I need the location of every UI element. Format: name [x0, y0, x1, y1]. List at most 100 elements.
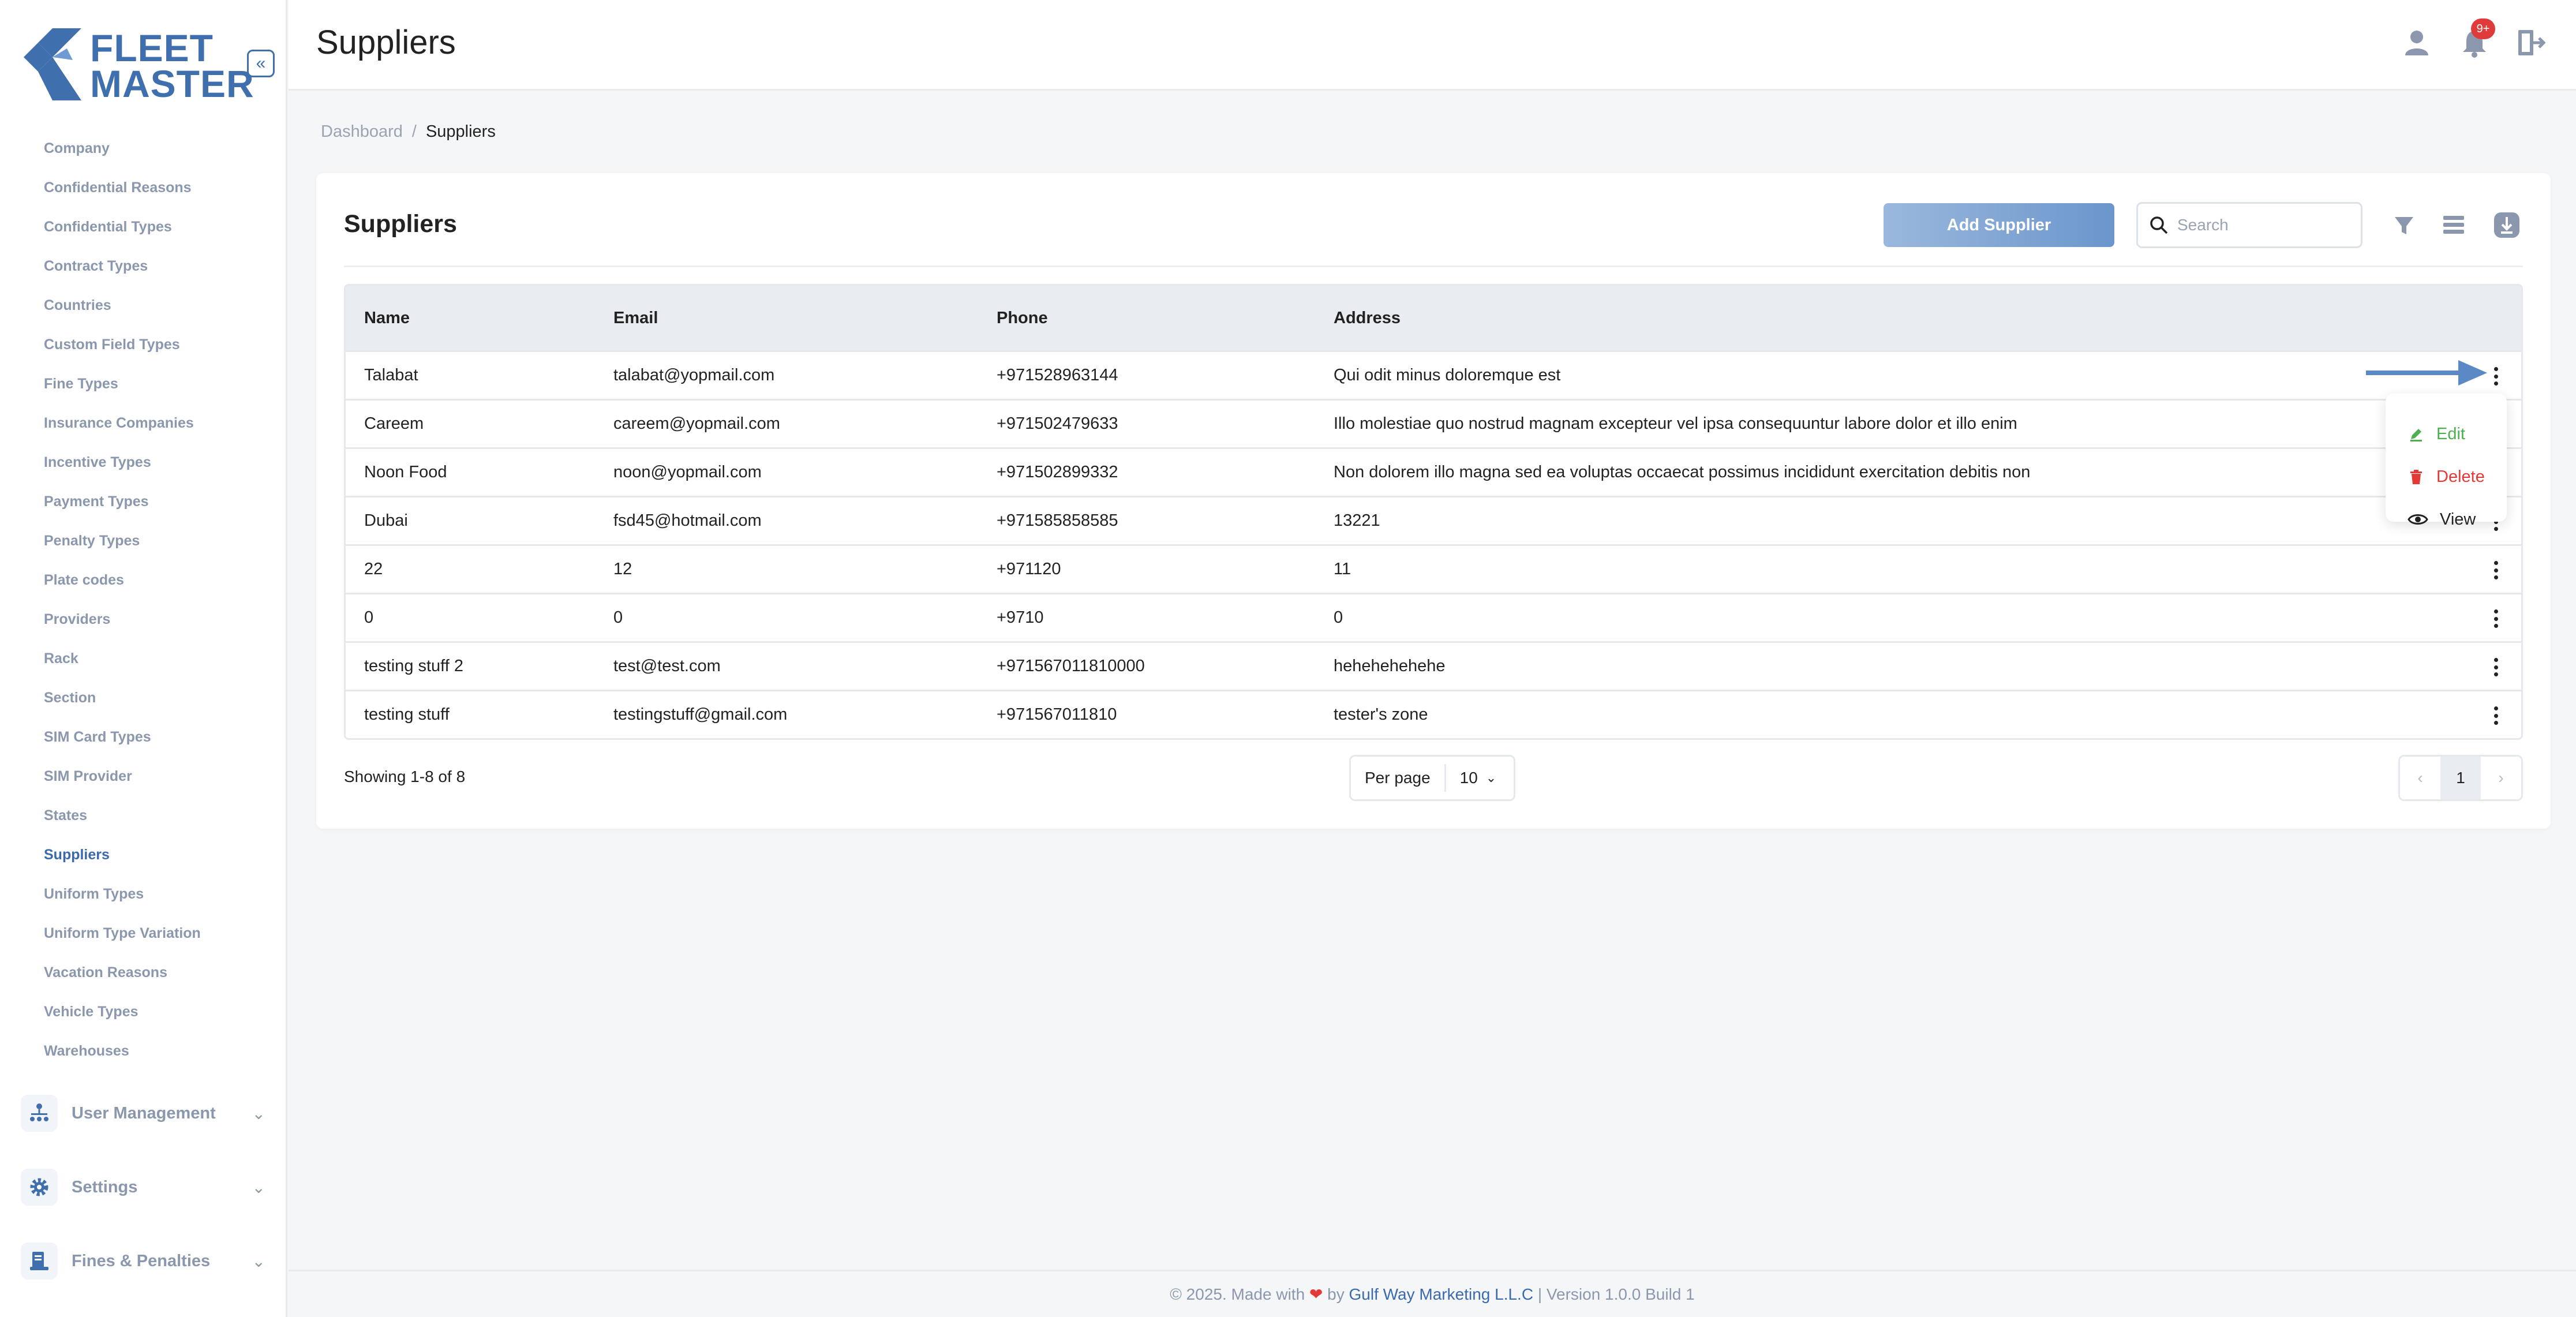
footer-company-link[interactable]: Gulf Way Marketing L.L.C	[1349, 1285, 1534, 1303]
cell-address: Illo molestiae quo nostrud magnam except…	[1334, 414, 2017, 433]
search-input[interactable]	[2177, 216, 2350, 234]
table-header: Name Email Phone Address	[346, 286, 2521, 350]
filter-icon[interactable]	[2388, 209, 2420, 241]
menu-item-delete[interactable]: Delete	[2407, 459, 2485, 494]
sidebar-item-fine-types[interactable]: Fine Types	[44, 372, 201, 411]
table-row[interactable]: testing stuff testingstuff@gmail.com +97…	[346, 690, 2521, 738]
cell-name: testing stuff	[364, 705, 450, 724]
sidebar-item-plate-codes[interactable]: Plate codes	[44, 568, 201, 607]
notification-badge: 9+	[2471, 18, 2495, 39]
top-header: Suppliers 9+	[289, 0, 2576, 91]
table-row[interactable]: Dubai fsd45@hotmail.com +971585858585 13…	[346, 496, 2521, 544]
page-title: Suppliers	[316, 24, 456, 61]
sidebar-item-incentive-types[interactable]: Incentive Types	[44, 450, 201, 489]
cell-phone: +9710	[997, 608, 1044, 627]
column-header-name[interactable]: Name	[364, 286, 410, 350]
row-actions-kebab-icon[interactable]	[2489, 607, 2503, 630]
row-actions-kebab-icon[interactable]	[2489, 559, 2503, 582]
sidebar-group-settings[interactable]: Settings ⌄	[21, 1164, 265, 1210]
gear-icon	[21, 1169, 58, 1206]
chevron-left-icon[interactable]: ‹	[2400, 757, 2440, 799]
chevron-down-icon: ⌄	[252, 1252, 265, 1270]
download-icon[interactable]	[2491, 209, 2523, 241]
cell-address: hehehehehehe	[1334, 657, 1446, 675]
org-chart-icon	[21, 1095, 58, 1132]
sidebar-item-vehicle-types[interactable]: Vehicle Types	[44, 1000, 201, 1039]
sidebar-item-payment-types[interactable]: Payment Types	[44, 489, 201, 529]
sidebar-group-fines-penalties[interactable]: Fines & Penalties ⌄	[21, 1238, 265, 1284]
menu-item-edit[interactable]: Edit	[2407, 417, 2465, 451]
add-supplier-button[interactable]: Add Supplier	[1884, 203, 2114, 247]
sidebar-item-section[interactable]: Section	[44, 686, 201, 725]
cell-address: Non dolorem illo magna sed ea voluptas o…	[1334, 463, 2031, 481]
sidebar-item-uniform-type-variation[interactable]: Uniform Type Variation	[44, 921, 201, 960]
table-row[interactable]: Noon Food noon@yopmail.com +971502899332…	[346, 447, 2521, 496]
sidebar-group-label: Fines & Penalties	[72, 1251, 211, 1270]
chevron-right-icon[interactable]: ›	[2481, 757, 2521, 799]
sidebar-item-confidential-reasons[interactable]: Confidential Reasons	[44, 175, 201, 215]
cell-email: fsd45@hotmail.com	[613, 511, 762, 530]
collapse-sidebar-button[interactable]: «	[247, 50, 275, 77]
sidebar-group-user-management[interactable]: User Management ⌄	[21, 1090, 265, 1136]
columns-list-icon[interactable]	[2438, 209, 2470, 241]
suppliers-card: Suppliers Add Supplier Name Email Phone	[316, 173, 2551, 829]
table-row[interactable]: testing stuff 2 test@test.com +971567011…	[346, 641, 2521, 690]
logo-mark-icon	[24, 28, 81, 100]
row-actions-kebab-icon[interactable]	[2489, 704, 2503, 727]
row-actions-kebab-icon[interactable]	[2489, 656, 2503, 679]
sidebar-item-company[interactable]: Company	[44, 136, 201, 175]
search-box[interactable]	[2136, 202, 2362, 248]
fleet-master-logo[interactable]: FLEET MASTER	[21, 25, 254, 106]
pagination: ‹ 1 ›	[2398, 755, 2523, 801]
chevron-down-icon: ⌄	[252, 1178, 265, 1196]
sidebar-item-sim-card-types[interactable]: SIM Card Types	[44, 725, 201, 764]
cell-name: Dubai	[364, 511, 408, 530]
table-row[interactable]: 0 0 +9710 0	[346, 593, 2521, 641]
sidebar-item-rack[interactable]: Rack	[44, 646, 201, 686]
cell-phone: +971502899332	[997, 463, 1118, 481]
page-footer: © 2025. Made with ❤ by Gulf Way Marketin…	[289, 1270, 2576, 1317]
sidebar-item-suppliers[interactable]: Suppliers	[44, 843, 201, 882]
divider	[344, 265, 2523, 267]
heart-icon: ❤	[1309, 1285, 1323, 1303]
footer-version: | Version 1.0.0 Build 1	[1537, 1285, 1695, 1303]
logo-text-line-1: FLEET	[90, 27, 214, 69]
cell-phone: +971585858585	[997, 511, 1118, 530]
breadcrumb-dashboard-link[interactable]: Dashboard	[321, 122, 403, 141]
column-header-email[interactable]: Email	[613, 286, 658, 350]
cell-name: testing stuff 2	[364, 657, 463, 675]
user-profile-icon[interactable]	[2401, 27, 2433, 59]
table-row[interactable]: Talabat talabat@yopmail.com +97152896314…	[346, 350, 2521, 399]
cell-phone: +971567011810000	[997, 657, 1145, 675]
per-page-select[interactable]: Per page 10 ⌄	[1349, 755, 1515, 801]
double-chevron-left-icon: «	[256, 54, 266, 73]
cell-email: careem@yopmail.com	[613, 414, 780, 433]
sidebar-item-vacation-reasons[interactable]: Vacation Reasons	[44, 960, 201, 1000]
logo-text-line-2: MASTER	[90, 62, 254, 105]
breadcrumb-current: Suppliers	[425, 122, 496, 141]
sidebar-item-insurance-companies[interactable]: Insurance Companies	[44, 411, 201, 450]
cell-phone: +971502479633	[997, 414, 1118, 433]
card-title: Suppliers	[344, 210, 457, 238]
menu-item-delete-label: Delete	[2436, 467, 2485, 486]
menu-item-view[interactable]: View	[2407, 502, 2476, 537]
logout-icon[interactable]	[2515, 27, 2547, 59]
sidebar-item-sim-provider[interactable]: SIM Provider	[44, 764, 201, 803]
column-header-address[interactable]: Address	[1334, 286, 1401, 350]
table-row[interactable]: Careem careem@yopmail.com +971502479633 …	[346, 399, 2521, 447]
footer-by: by	[1327, 1285, 1345, 1303]
notification-bell-icon[interactable]: 9+	[2458, 18, 2495, 59]
sidebar-item-custom-field-types[interactable]: Custom Field Types	[44, 332, 201, 372]
column-header-phone[interactable]: Phone	[997, 286, 1048, 350]
sidebar-item-states[interactable]: States	[44, 803, 201, 843]
sidebar-group-label: User Management	[72, 1103, 216, 1123]
sidebar-item-penalty-types[interactable]: Penalty Types	[44, 529, 201, 568]
table-row[interactable]: 22 12 +971120 11	[346, 544, 2521, 593]
sidebar-item-providers[interactable]: Providers	[44, 607, 201, 646]
page-button-current[interactable]: 1	[2440, 757, 2481, 799]
sidebar-item-countries[interactable]: Countries	[44, 293, 201, 332]
sidebar-item-contract-types[interactable]: Contract Types	[44, 254, 201, 293]
sidebar-item-warehouses[interactable]: Warehouses	[44, 1039, 201, 1078]
sidebar-item-confidential-types[interactable]: Confidential Types	[44, 215, 201, 254]
sidebar-item-uniform-types[interactable]: Uniform Types	[44, 882, 201, 921]
